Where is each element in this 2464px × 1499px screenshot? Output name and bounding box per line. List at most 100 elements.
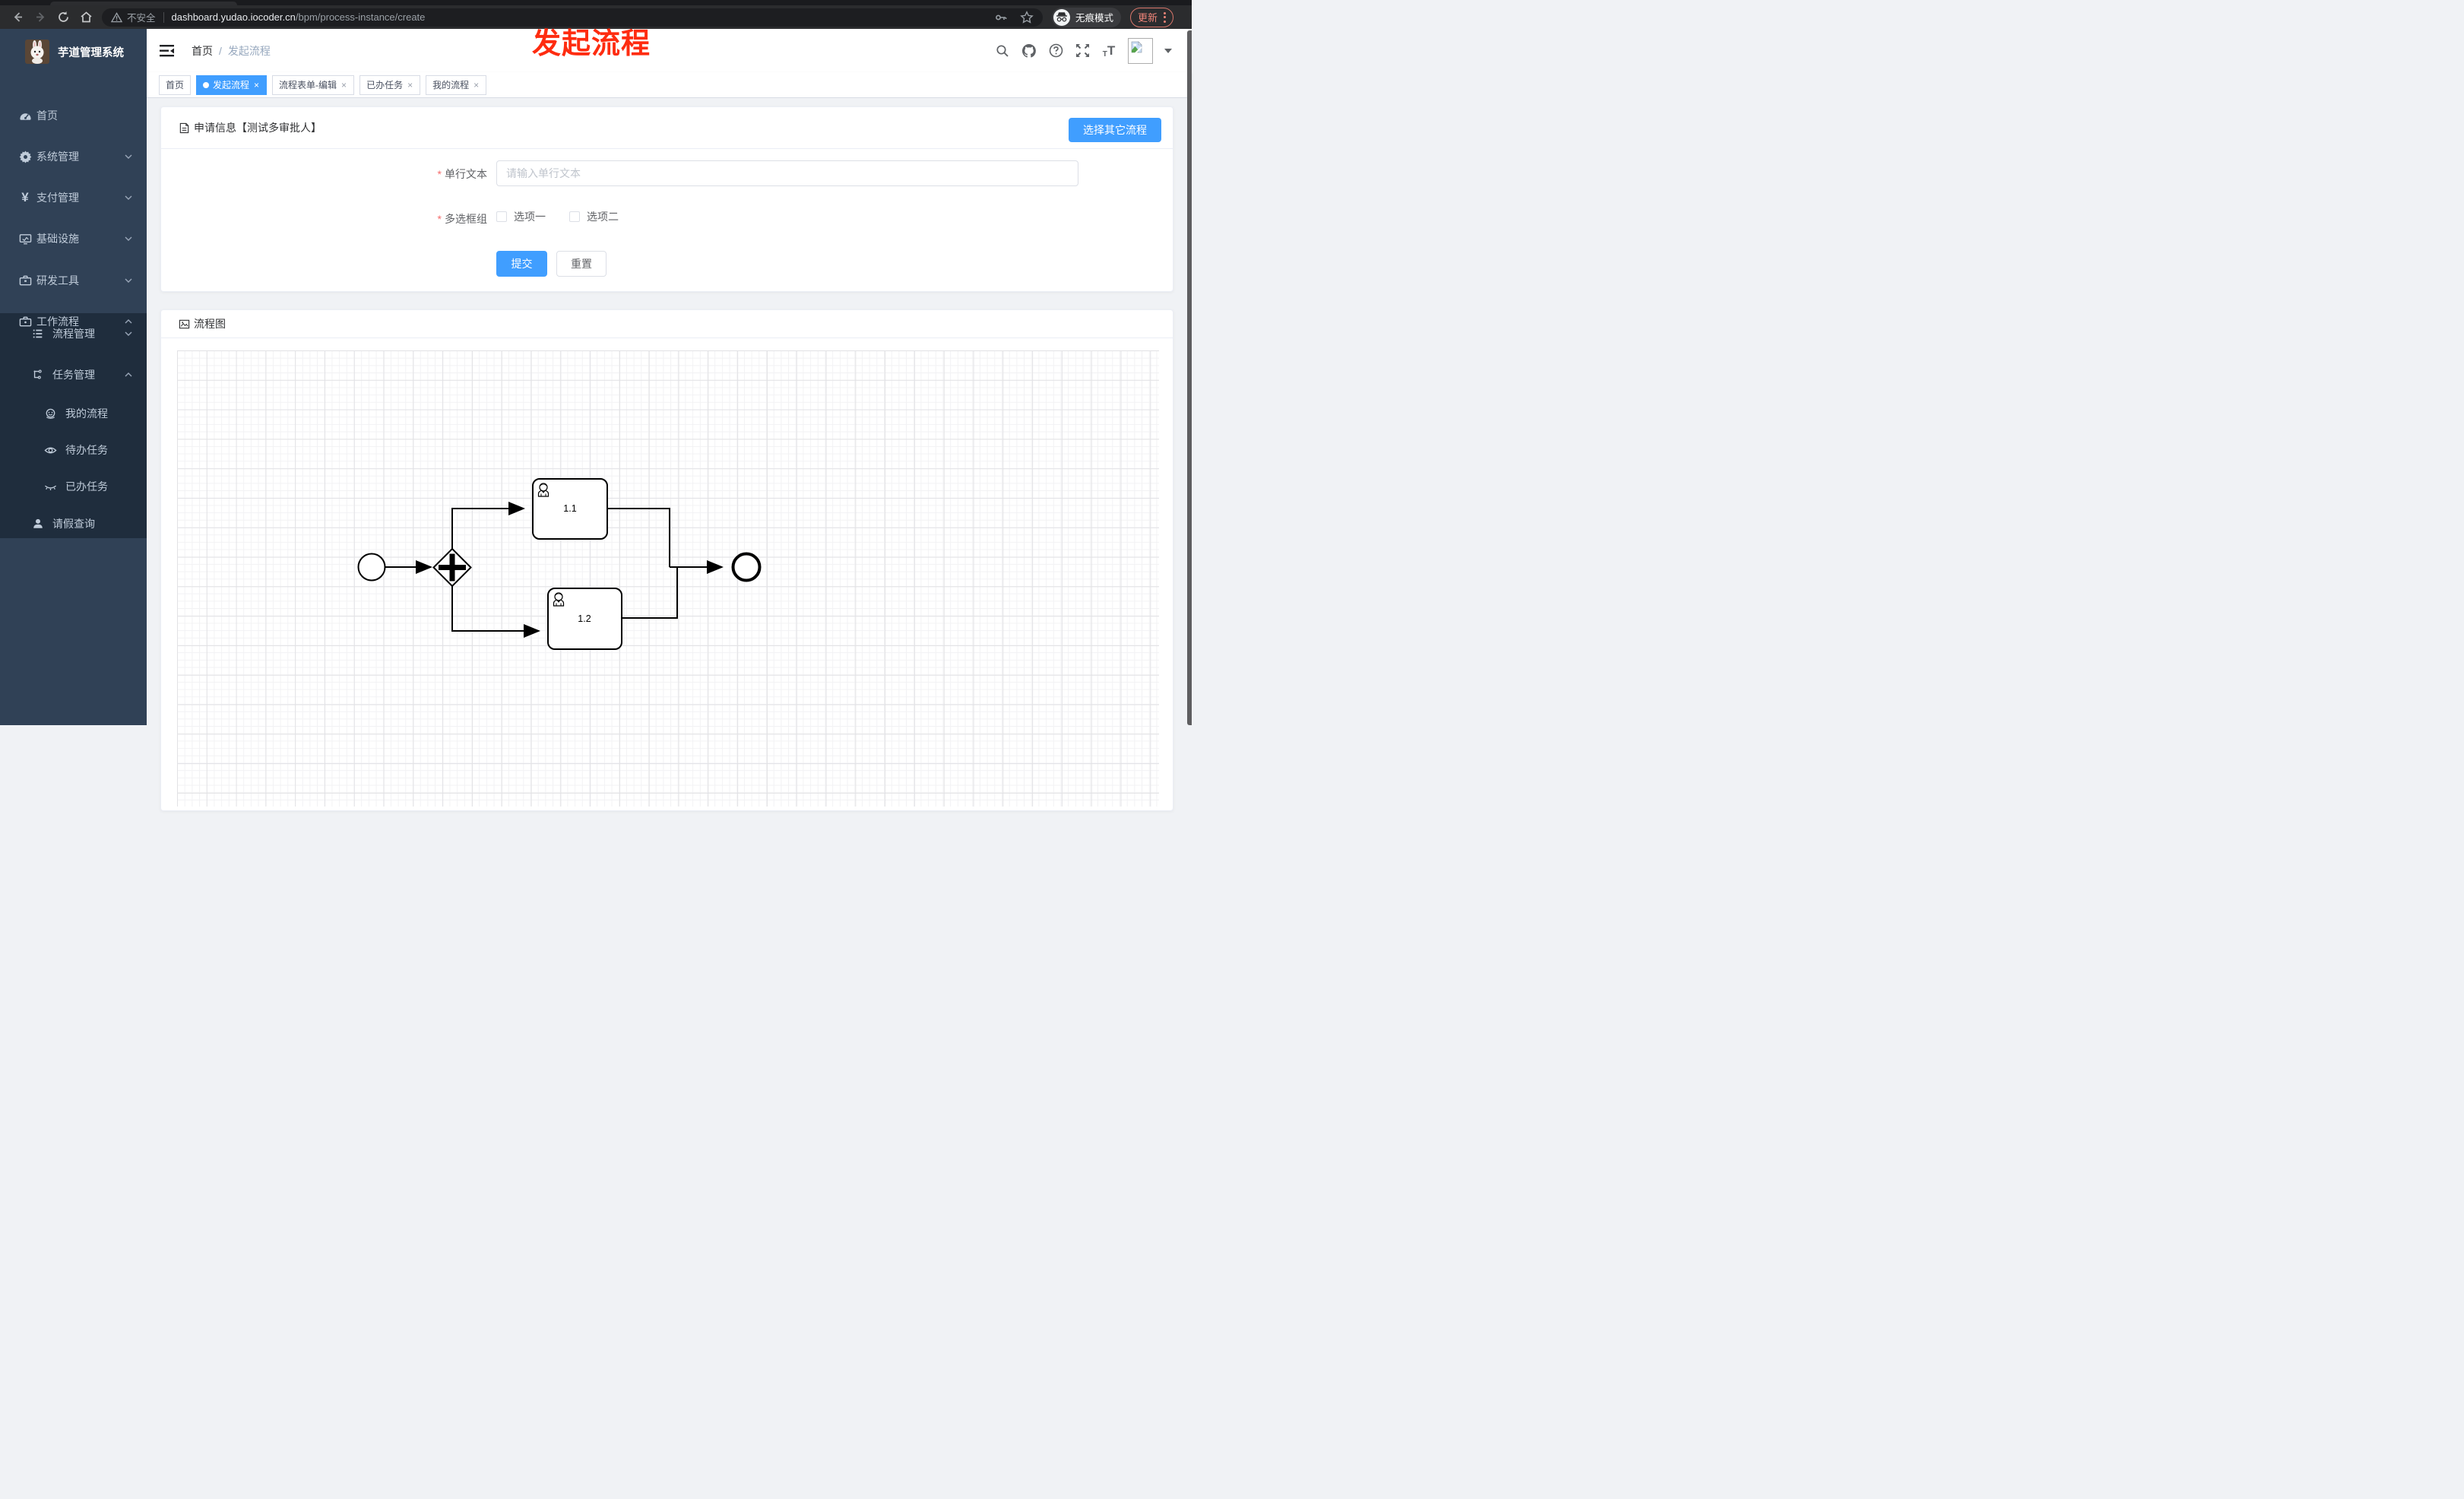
chevron-down-icon	[124, 152, 133, 161]
key-icon[interactable]	[994, 11, 1008, 24]
flow-task2-merge	[622, 566, 678, 619]
bookmark-star-icon[interactable]	[1020, 10, 1034, 24]
update-button[interactable]: 更新	[1130, 7, 1174, 27]
breadcrumb-separator: /	[219, 44, 222, 57]
tab-label: 发起流程	[213, 80, 250, 90]
logo-row[interactable]: 芋道管理系统	[0, 32, 147, 71]
sidebar-item-payment[interactable]: ¥ 支付管理	[0, 179, 147, 217]
help-icon[interactable]	[1048, 43, 1063, 59]
app-title: 芋道管理系统	[58, 46, 124, 59]
start-event[interactable]	[357, 553, 386, 582]
sidebar-item-todo-tasks[interactable]: 待办任务	[0, 432, 147, 468]
font-size-icon[interactable]: TT	[1101, 43, 1116, 59]
app-logo	[25, 40, 49, 64]
fullscreen-icon[interactable]	[1075, 43, 1090, 59]
required-asterisk: *	[437, 168, 442, 180]
sidebar-item-label: 任务管理	[52, 369, 95, 381]
close-icon[interactable]: ×	[473, 81, 480, 90]
bpmn-diagram: 1.1 1.2	[357, 478, 762, 650]
dashboard-icon	[18, 109, 32, 122]
task-tree-icon	[31, 368, 45, 382]
close-icon[interactable]: ×	[340, 81, 347, 90]
tab-start-process[interactable]: 发起流程 ×	[196, 74, 268, 95]
checkbox-group: 选项一 选项二	[496, 209, 619, 224]
card-title: 流程图	[194, 318, 226, 330]
back-icon[interactable]	[6, 11, 29, 24]
sidebar: 芋道管理系统 首页 系统管理 ¥ 支付管理 基础设施 研发工具 工作流程 流程管…	[0, 29, 147, 725]
main-area: 首页 / 发起流程 TT 首页 发起流程 × 流程表单-编辑 × 已办任务 × …	[147, 29, 1192, 811]
chevron-down-icon	[124, 329, 133, 338]
sidebar-item-label: 待办任务	[65, 444, 108, 456]
gear-icon	[18, 150, 32, 163]
sidebar-item-label: 基础设施	[36, 233, 79, 245]
sidebar-item-system[interactable]: 系统管理	[0, 138, 147, 176]
github-icon[interactable]	[1021, 43, 1037, 59]
select-other-process-button[interactable]: 选择其它流程	[1069, 118, 1161, 142]
active-dot	[203, 81, 210, 88]
sidebar-item-label: 已办任务	[65, 480, 108, 493]
sidebar-item-label: 首页	[36, 109, 58, 122]
sidebar-item-label: 我的流程	[65, 407, 108, 420]
tab-bar: 首页 发起流程 × 流程表单-编辑 × 已办任务 × 我的流程 ×	[147, 72, 1192, 98]
eye-closed-icon	[43, 480, 57, 493]
checkbox-option-1[interactable]	[496, 211, 507, 222]
bpmn-canvas[interactable]: 1.1 1.2	[177, 350, 1159, 807]
sidebar-item-label: 请假查询	[52, 518, 95, 530]
checkbox-option-2[interactable]	[569, 211, 580, 222]
end-event[interactable]	[731, 552, 762, 582]
sidebar-item-my-process[interactable]: 我的流程	[0, 395, 147, 432]
chevron-down-icon	[124, 276, 133, 285]
tab-process-form-edit[interactable]: 流程表单-编辑 ×	[272, 74, 355, 95]
sidebar-item-infrastructure[interactable]: 基础设施	[0, 220, 147, 258]
url-domain: dashboard.yudao.iocoder.cn	[171, 11, 296, 23]
avatar[interactable]	[1128, 37, 1153, 64]
breadcrumb: 首页 / 发起流程	[192, 43, 271, 59]
search-icon[interactable]	[995, 43, 1010, 59]
sidebar-item-done-tasks[interactable]: 已办任务	[0, 468, 147, 505]
chevron-up-icon	[124, 370, 133, 379]
face-icon	[43, 407, 57, 420]
tab-done-tasks[interactable]: 已办任务 ×	[359, 74, 421, 95]
home-icon[interactable]	[74, 11, 97, 24]
forward-icon[interactable]	[29, 11, 52, 24]
avatar-dropdown-icon[interactable]	[1164, 48, 1172, 53]
close-icon[interactable]: ×	[253, 81, 260, 90]
tab-label: 我的流程	[432, 80, 470, 90]
sidebar-item-task-management[interactable]: 任务管理	[0, 356, 147, 394]
reset-button[interactable]: 重置	[556, 251, 606, 277]
content-area: 申请信息【测试多审批人】 选择其它流程 *单行文本 *多选框组 选项一 选项二 …	[147, 98, 1192, 811]
sidebar-item-label: 研发工具	[36, 274, 79, 287]
sidebar-item-leave-query[interactable]: 请假查询	[0, 505, 147, 542]
sidebar-collapse-icon[interactable]	[160, 44, 174, 57]
flow-gateway-to-task1	[451, 502, 525, 549]
required-asterisk: *	[437, 213, 442, 225]
sidebar-item-process-management[interactable]: 流程管理	[0, 315, 147, 353]
sidebar-item-dev-tools[interactable]: 研发工具	[0, 261, 147, 299]
checkbox-label-1[interactable]: 选项一	[514, 209, 546, 224]
chevron-down-icon	[124, 234, 133, 243]
scrollbar-thumb[interactable]	[1187, 30, 1192, 725]
tab-label: 首页	[166, 80, 185, 90]
tab-home[interactable]: 首页	[159, 74, 192, 95]
browser-tab-strip	[0, 0, 1192, 5]
checkbox-label-2[interactable]: 选项二	[587, 209, 619, 224]
submit-button[interactable]: 提交	[496, 251, 547, 277]
single-line-text-input[interactable]	[496, 160, 1078, 186]
image-icon	[179, 319, 190, 328]
sidebar-item-label: 系统管理	[36, 151, 79, 163]
url-divider	[163, 11, 164, 23]
breadcrumb-home[interactable]: 首页	[192, 43, 213, 59]
task-label: 1.1	[563, 503, 576, 514]
reload-icon[interactable]	[52, 11, 74, 24]
annotation-title: 发起流程	[532, 28, 651, 60]
tab-my-process[interactable]: 我的流程 ×	[426, 74, 487, 95]
document-icon	[179, 122, 189, 133]
chevron-down-icon	[124, 193, 133, 202]
page-header: 首页 / 发起流程 TT	[147, 29, 1192, 72]
monitor-icon	[18, 232, 32, 246]
card-header: 流程图	[161, 310, 1173, 338]
sidebar-item-home[interactable]: 首页	[0, 97, 147, 135]
close-icon[interactable]: ×	[407, 81, 413, 90]
browser-menu-icon[interactable]	[1164, 11, 1167, 23]
eye-open-icon	[43, 443, 57, 457]
